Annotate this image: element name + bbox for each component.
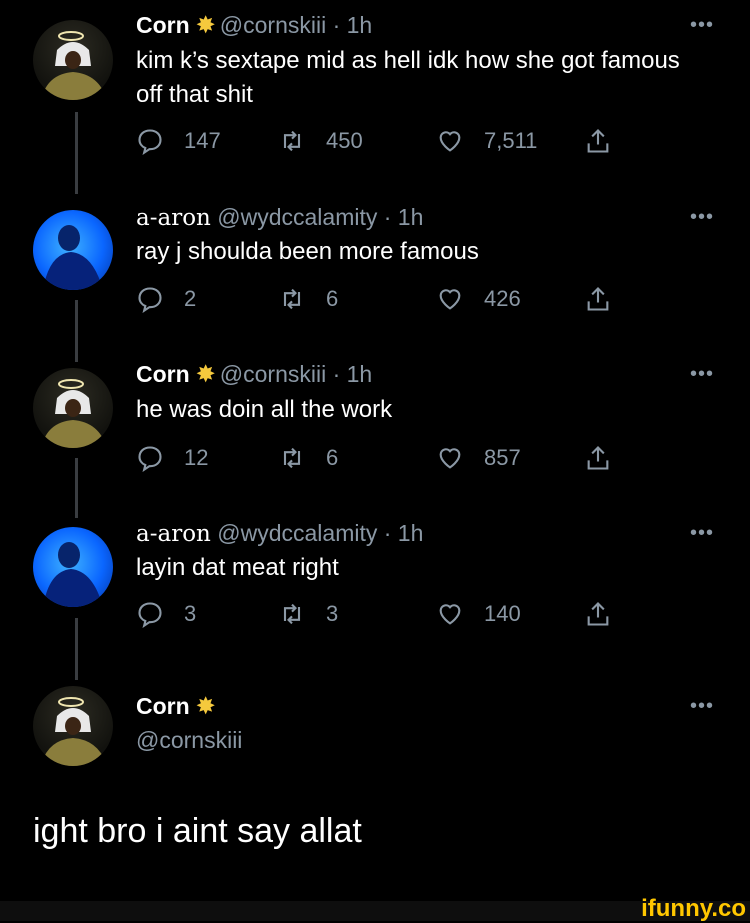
ifunny-watermark: ifunny.co [641,895,746,922]
reply-count: 12 [184,445,209,470]
tweet-text: he was doin all the work [136,396,393,423]
tweet-text: layin dat meat right [136,554,339,581]
reply-icon [138,602,162,628]
tweet-actions: 2 6 426 [136,284,626,314]
thread-line [75,618,78,680]
like-icon [439,289,461,310]
avatar[interactable] [33,20,113,100]
share-button[interactable] [584,284,632,314]
reply-button[interactable]: 3 [136,599,196,629]
retweet-count: 3 [326,601,339,626]
user-handle-row: @cornskiii [136,726,242,754]
reply-icon [138,129,162,155]
avatar[interactable] [33,210,113,290]
reply-button[interactable]: 12 [136,443,208,473]
like-button[interactable]: 7,511 [436,126,537,156]
retweet-icon [283,288,301,310]
display-name[interactable]: Corn [136,693,190,719]
thread-line [75,458,78,518]
avatar[interactable] [33,527,113,607]
display-name[interactable]: Corn [136,12,190,38]
timestamp[interactable]: · 1h [384,204,424,230]
display-name[interactable]: Corn [136,361,190,387]
tweet-text: kim k’s sextape mid as hell idk how she … [136,47,680,108]
like-icon [439,604,461,625]
star-icon: ✸ [195,12,216,39]
display-name[interactable]: a-aron [136,521,211,547]
more-icon[interactable]: ••• [690,522,714,545]
like-count: 426 [484,286,521,311]
tweet-text: ray j shoulda been more famous [136,238,479,265]
focused-tweet-text: ight bro i aint say allat [33,812,362,850]
reply-button[interactable]: 2 [136,284,196,314]
reply-icon [138,446,162,472]
like-count: 7,511 [484,128,538,153]
like-count: 857 [484,445,521,470]
like-count: 140 [484,601,521,626]
more-icon[interactable]: ••• [690,206,714,229]
user-handle[interactable]: @cornskiii [220,12,326,38]
star-icon: ✸ [195,361,216,388]
like-button[interactable]: 426 [436,284,521,314]
thread-line [75,300,78,362]
star-icon: ✸ [195,693,216,720]
retweet-icon [283,603,301,625]
reply-count: 3 [184,601,197,626]
tweet-actions: 147 450 7,511 [136,126,626,156]
thread-line [75,112,78,194]
share-button[interactable] [584,443,632,473]
like-button[interactable]: 140 [436,599,521,629]
timestamp[interactable]: · 1h [333,361,373,387]
tweet-header: Corn ✸ @cornskiii · 1h [136,360,372,389]
share-button[interactable] [584,126,632,156]
share-icon [587,446,609,470]
avatar[interactable] [33,686,113,766]
user-handle[interactable]: @cornskiii [220,361,326,387]
more-icon[interactable]: ••• [690,695,714,718]
user-handle[interactable]: @wydccalamity [217,520,377,546]
reply-button[interactable]: 147 [136,126,221,156]
avatar[interactable] [33,368,113,448]
retweet-count: 6 [326,445,339,470]
retweet-button[interactable]: 6 [278,284,338,314]
tweet-header: Corn ✸ @cornskiii · 1h [136,11,372,40]
watermark-bar: ifunny.co [0,895,750,922]
tweet-actions: 12 6 857 [136,443,626,473]
retweet-count: 6 [326,286,339,311]
more-icon[interactable]: ••• [690,14,714,37]
retweet-icon [283,130,301,152]
tweet-actions: 3 3 140 [136,599,626,629]
tweet-header: a-aron @wydccalamity · 1h [136,519,423,548]
display-name[interactable]: a-aron [136,205,211,231]
share-icon [587,602,609,626]
retweet-button[interactable]: 6 [278,443,338,473]
reply-count: 147 [184,128,221,153]
timestamp[interactable]: · 1h [384,520,424,546]
share-icon [587,129,609,153]
like-icon [439,131,461,152]
user-handle[interactable]: @cornskiii [136,727,242,753]
share-icon [587,287,609,311]
reply-icon [138,287,162,313]
more-icon[interactable]: ••• [690,363,714,386]
retweet-button[interactable]: 450 [278,126,363,156]
like-icon [439,448,461,469]
retweet-icon [283,447,301,469]
user-handle[interactable]: @wydccalamity [217,204,377,230]
like-button[interactable]: 857 [436,443,521,473]
retweet-button[interactable]: 3 [278,599,338,629]
retweet-count: 450 [326,128,363,153]
tweet-header: a-aron @wydccalamity · 1h [136,203,423,232]
share-button[interactable] [584,599,632,629]
tweet-header: Corn ✸ [136,692,220,721]
reply-count: 2 [184,286,197,311]
timestamp[interactable]: · 1h [333,12,373,38]
